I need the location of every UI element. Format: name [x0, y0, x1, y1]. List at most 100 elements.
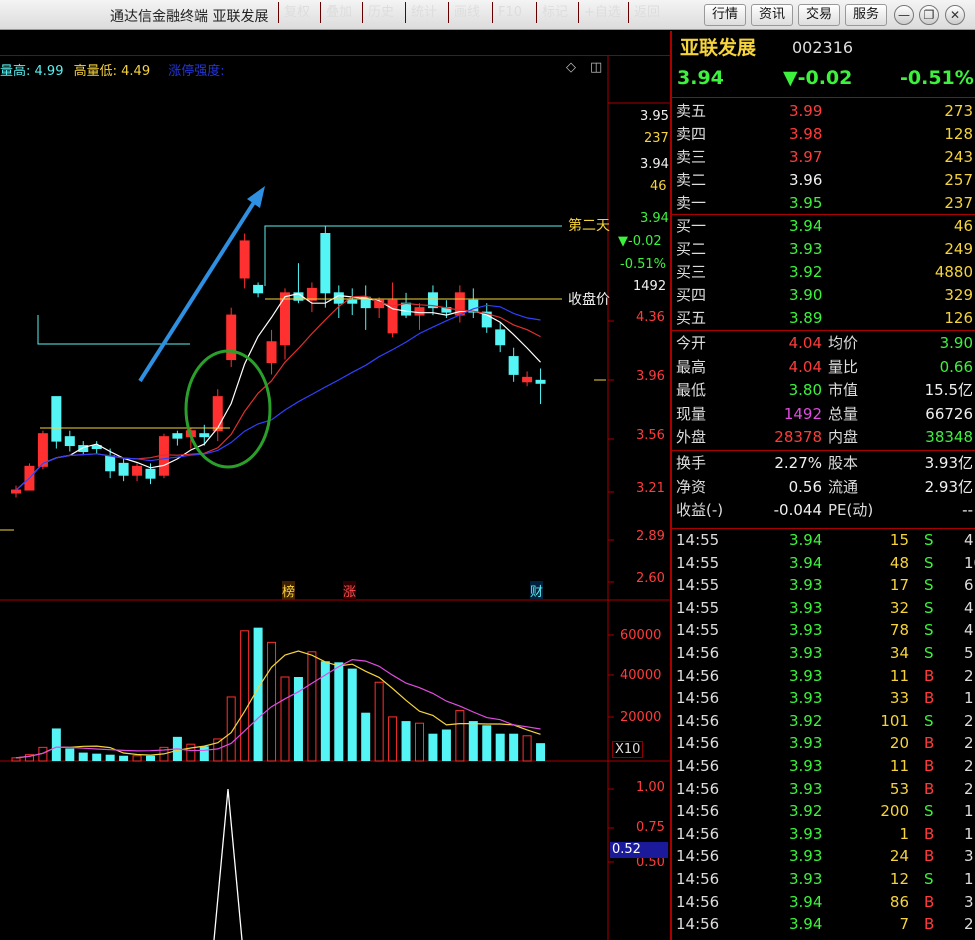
tick-row[interactable]: 14:56 3.94 7 B 2: [672, 913, 975, 936]
tick-count: 3: [964, 892, 974, 911]
marker-list[interactable]: 榜: [282, 581, 296, 600]
stat-value: 1492: [783, 404, 822, 423]
stat-value: 2.93亿: [924, 477, 973, 496]
volume-bar: [522, 735, 532, 762]
tick-list[interactable]: 14:553.9415S414:553.9448S1014:553.9317S6…: [672, 529, 975, 940]
tick-time: 14:56: [676, 915, 720, 934]
stat-row: 净资 0.56 流通 2.93亿: [672, 476, 975, 499]
volume-bar: [509, 733, 519, 761]
tick-row[interactable]: 14:56 3.93 53 B 2: [672, 778, 975, 801]
volume-unit: X10: [612, 741, 644, 758]
tick-row[interactable]: 14:55 3.93 32 S 4: [672, 597, 975, 620]
toolbar-draw[interactable]: 画线: [448, 2, 485, 23]
tick-side: B: [924, 892, 935, 911]
volume-bar: [334, 662, 344, 761]
tick-count: 4: [964, 598, 974, 617]
toolbar-statistics[interactable]: 统计: [405, 2, 442, 23]
candle-body: [64, 436, 75, 447]
tick-row[interactable]: 14:55 3.94 15 S 4: [672, 529, 975, 552]
volume-bar: [388, 716, 398, 762]
tick-row[interactable]: 14:55 3.94 48 S 10: [672, 552, 975, 575]
stat-value: 0.66: [939, 357, 973, 376]
bid-row[interactable]: 买五 3.89 126: [672, 307, 975, 330]
volume-bar: [51, 728, 61, 761]
marker-limit-up[interactable]: 涨: [343, 581, 357, 600]
bid-row[interactable]: 买二 3.93 249: [672, 238, 975, 261]
volume-ma5-line: [15, 650, 541, 759]
stat-label: 量比: [828, 357, 859, 376]
tick-time: 14:56: [676, 757, 720, 775]
stock-name: 亚联发展: [680, 37, 757, 59]
toolbar-f10[interactable]: F10: [492, 2, 527, 23]
divider: [672, 330, 975, 331]
ask-row[interactable]: 卖二 3.96 257: [672, 169, 975, 192]
order-price: 3.92: [789, 263, 823, 281]
tick-count: 2: [964, 734, 974, 753]
toolbar-back[interactable]: 返回: [628, 2, 665, 23]
tick-price: 3.94: [789, 553, 823, 572]
stat-row: 今开 4.04 均价 3.90: [672, 332, 975, 355]
restore-icon[interactable]: ❐: [919, 5, 939, 25]
service-button[interactable]: 服务: [845, 4, 887, 26]
order-volume: 128: [944, 125, 973, 143]
tick-row[interactable]: 14:56 3.93 11 B 2: [672, 755, 975, 778]
tick-time: 14:55: [676, 531, 720, 549]
candle-body: [266, 341, 277, 364]
tick-row[interactable]: 14:56 3.93 24 B 3: [672, 845, 975, 868]
bid-row[interactable]: 买一 3.94 46: [672, 215, 975, 238]
volume-bar: [146, 755, 155, 761]
toolbar-history[interactable]: 历史: [362, 2, 399, 23]
tick-count: 1: [964, 870, 974, 888]
tick-price: 3.93: [789, 779, 823, 798]
tick-time: 14:56: [676, 870, 720, 888]
ask-row[interactable]: 卖四 3.98 128: [672, 123, 975, 146]
tick-side: B: [924, 666, 935, 685]
tick-price: 3.93: [789, 621, 823, 640]
candle-body: [401, 302, 412, 316]
stat-label: 市值: [828, 381, 859, 399]
ask-row[interactable]: 卖五 3.99 273: [672, 100, 975, 123]
tick-row[interactable]: 14:56 3.93 33 B 1: [672, 687, 975, 710]
order-level-label: 买三: [676, 263, 707, 281]
toolbar-restore-rights[interactable]: 复权: [278, 2, 315, 23]
bid-row[interactable]: 买三 3.92 4880: [672, 261, 975, 284]
candle-body: [105, 455, 116, 472]
tick-row[interactable]: 14:56 3.94 86 B 3: [672, 891, 975, 914]
tick-row[interactable]: 14:56 3.92 101 S 2: [672, 710, 975, 733]
bid-row[interactable]: 买四 3.90 329: [672, 284, 975, 307]
candle-body: [253, 284, 264, 294]
ask-row[interactable]: 卖三 3.97 243: [672, 146, 975, 169]
tick-side: S: [924, 621, 934, 640]
stat-value: 4.04: [788, 357, 822, 376]
trade-button[interactable]: 交易: [798, 4, 840, 26]
tick-count: 2: [964, 666, 974, 685]
tick-count: 4: [964, 621, 974, 640]
tick-side: S: [924, 598, 934, 617]
candlestick-chart[interactable]: [0, 56, 670, 940]
ask-row[interactable]: 卖一 3.95 237: [672, 192, 975, 215]
toolbar-overlay[interactable]: 叠加: [320, 2, 357, 23]
volume-bar: [119, 755, 129, 761]
tick-row[interactable]: 14:56 3.93 11 B 2: [672, 665, 975, 688]
toolbar-add-watchlist[interactable]: +自选: [578, 2, 626, 23]
market-button[interactable]: 行情: [704, 4, 746, 26]
news-button[interactable]: 资讯: [751, 4, 793, 26]
stat-label: 净资: [676, 477, 707, 496]
close-icon[interactable]: ✕: [945, 5, 965, 25]
tick-row[interactable]: 14:55 3.93 78 S 4: [672, 619, 975, 642]
tick-row[interactable]: 14:56 3.92 200 S 1: [672, 800, 975, 823]
order-price: 3.90: [789, 286, 823, 304]
tick-row[interactable]: 14:56 3.93 20 B 2: [672, 732, 975, 755]
toolbar-mark[interactable]: 标记: [536, 2, 573, 23]
marker-finance[interactable]: 财: [530, 581, 544, 600]
order-level-label: 买四: [676, 286, 707, 304]
stat-value: 4.04: [788, 334, 822, 352]
stat-label: 最低: [676, 381, 707, 399]
tick-row[interactable]: 14:56 3.93 1 B 1: [672, 823, 975, 846]
tick-row[interactable]: 14:56 3.93 34 S 5: [672, 642, 975, 665]
minimize-icon[interactable]: —: [894, 5, 914, 25]
tick-row[interactable]: 14:56 3.93 12 S 1: [672, 868, 975, 891]
stat-label: 换手: [676, 454, 707, 472]
stat-value: 3.93亿: [924, 454, 973, 472]
tick-row[interactable]: 14:55 3.93 17 S 6: [672, 574, 975, 597]
